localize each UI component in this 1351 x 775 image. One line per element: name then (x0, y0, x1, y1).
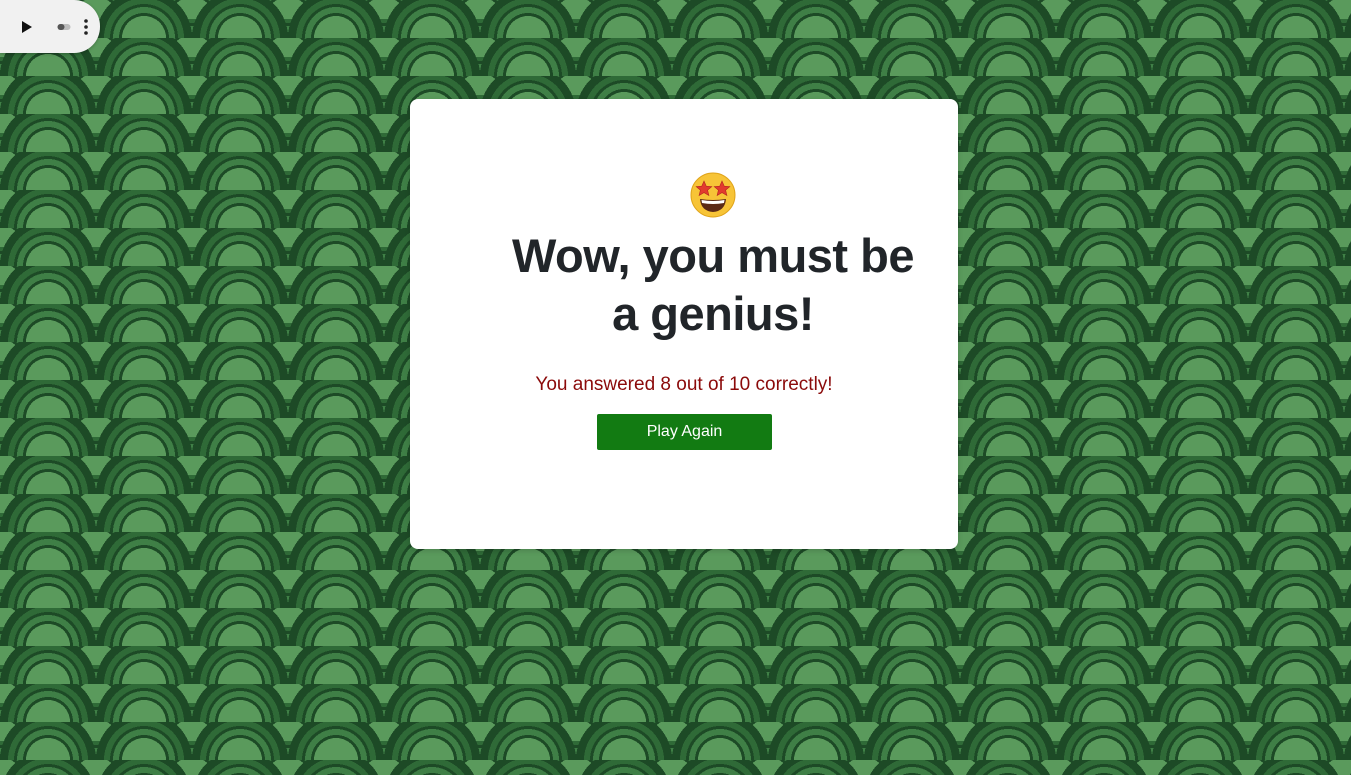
score-text: You answered 8 out of 10 correctly! (535, 374, 833, 395)
toggle-icon[interactable] (56, 20, 72, 34)
star-struck-emoji-icon (410, 171, 958, 224)
result-card: Wow, you must be a genius! You answered … (410, 99, 958, 549)
result-headline: Wow, you must be a genius! (512, 229, 914, 340)
play-icon[interactable] (20, 20, 34, 34)
play-again-button[interactable]: Play Again (597, 414, 772, 450)
more-vertical-icon[interactable] (82, 18, 90, 36)
media-controls (0, 0, 100, 53)
